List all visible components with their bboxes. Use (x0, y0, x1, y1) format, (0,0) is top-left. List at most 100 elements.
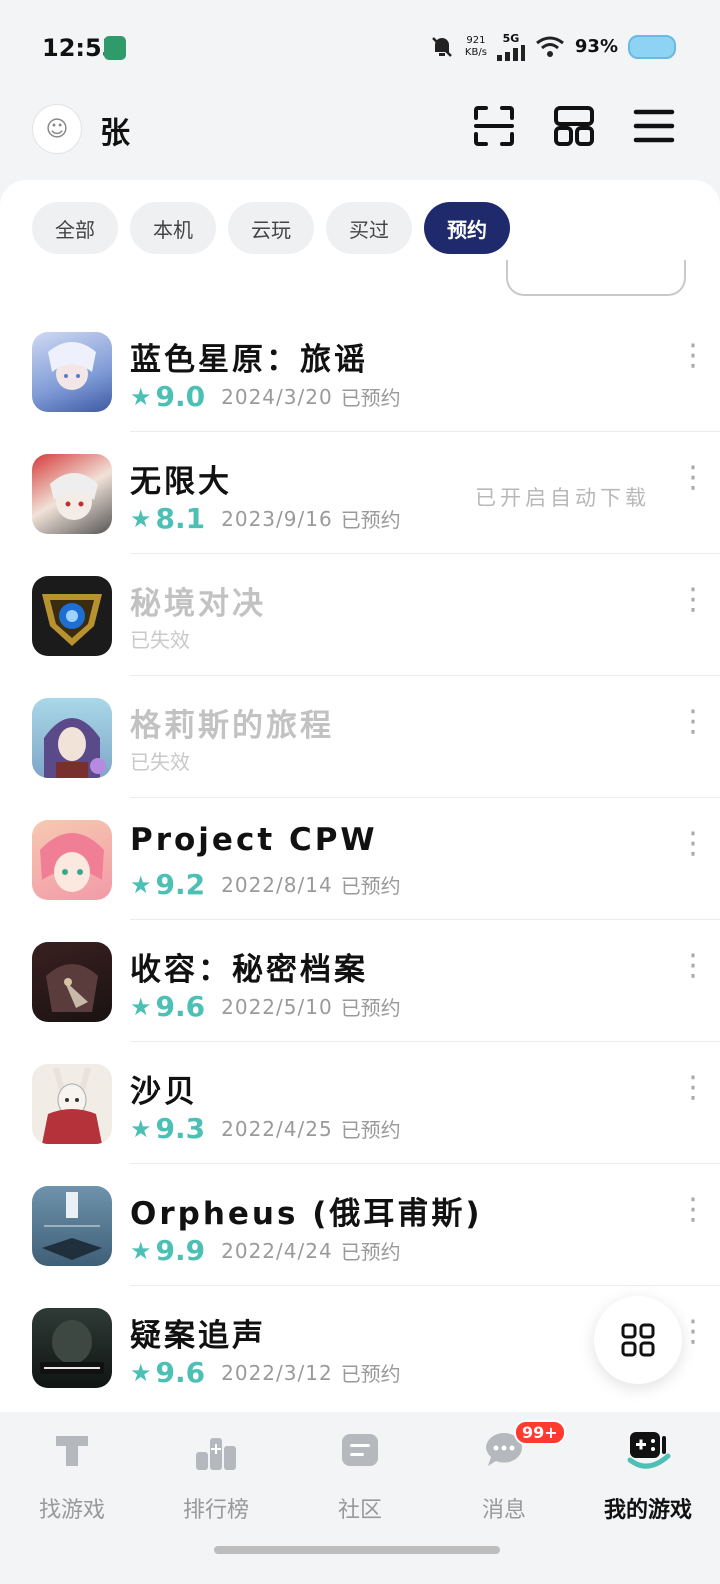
list-item[interactable]: 秘境对决 已失效 ⋮ (0, 554, 720, 676)
list-item[interactable]: Project CPW ★ 9.2 2022/8/14 已预约 ⋮ (0, 798, 720, 920)
more-options-icon[interactable]: ⋮ (678, 463, 708, 512)
net-speed-value: 921 (466, 34, 486, 46)
game-rating: 9.2 (155, 868, 206, 901)
game-meta: ★ 9.2 2022/8/14 已预约 (130, 868, 401, 901)
signal-icon (496, 45, 525, 61)
more-options-icon[interactable]: ⋮ (678, 951, 708, 1000)
game-name: 蓝色星原：旅谣 (130, 342, 368, 378)
reserve-date: 2023/9/16 (221, 506, 333, 531)
game-rating: 8.1 (155, 502, 206, 535)
avatar[interactable]: ☺ (32, 104, 82, 154)
scan-icon[interactable] (472, 104, 516, 148)
star-icon: ★ (130, 1236, 152, 1265)
network-type: 5G (502, 32, 520, 45)
nav-my-games[interactable]: 我的游戏 (576, 1426, 720, 1524)
more-options-icon[interactable]: ⋮ (678, 829, 708, 878)
nav-label: 找游戏 (38, 1498, 105, 1523)
game-meta: ★ 9.3 2022/4/25 已预约 (130, 1112, 401, 1145)
game-meta: ★ 8.1 2023/9/16 已预约 (130, 502, 401, 535)
game-meta: ★ 9.6 2022/3/12 已预约 (130, 1356, 401, 1389)
game-rating: 9.9 (155, 1234, 206, 1267)
reserve-date: 2024/3/20 (221, 384, 333, 409)
nav-find-games[interactable]: 找游戏 (0, 1426, 144, 1524)
game-list: 蓝色星原：旅谣 ★ 9.0 2024/3/20 已预约 ⋮ 无限大 ★ 8.1 … (0, 310, 720, 1408)
game-icon (32, 942, 112, 1022)
star-icon: ★ (130, 504, 152, 533)
net-speed: 921 KB/s (465, 35, 487, 59)
nav-community[interactable]: 社区 (288, 1426, 432, 1524)
more-options-icon[interactable]: ⋮ (678, 341, 708, 390)
net-speed-unit: KB/s (464, 46, 487, 58)
game-rating: 9.0 (155, 380, 206, 413)
floating-grid-button[interactable] (594, 1296, 682, 1384)
ranking-icon (196, 1438, 236, 1470)
game-icon (32, 1308, 112, 1388)
section-action-button[interactable] (506, 260, 686, 296)
list-item[interactable]: 收容：秘密档案 ★ 9.6 2022/5/10 已预约 ⋮ (0, 920, 720, 1042)
list-item[interactable]: 无限大 ★ 8.1 2023/9/16 已预约 已开启自动下载 ⋮ (0, 432, 720, 554)
game-name: 格莉斯的旅程 (130, 708, 334, 744)
more-options-icon[interactable]: ⋮ (678, 585, 708, 634)
layout-grid-icon[interactable] (552, 104, 596, 148)
more-options-icon[interactable]: ⋮ (678, 1073, 708, 1122)
game-meta: 已失效 (130, 746, 190, 775)
signal-5g: 5G (496, 32, 525, 61)
filter-cloud[interactable]: 云玩 (228, 202, 314, 254)
star-icon: ★ (130, 1358, 152, 1387)
game-icon (32, 454, 112, 534)
game-name: Project CPW (130, 822, 378, 858)
user-name: 张 (100, 116, 130, 151)
status-icons: 921 KB/s 5G 93% (429, 32, 676, 61)
star-icon: ★ (130, 382, 152, 411)
nav-ranking[interactable]: 排行榜 (144, 1426, 288, 1524)
status-bar: 12:53 921 KB/s 5G 93% (0, 0, 720, 96)
list-item[interactable]: 沙贝 ★ 9.3 2022/4/25 已预约 ⋮ (0, 1042, 720, 1164)
game-name: 无限大 (130, 464, 232, 500)
auto-download-note: 已开启自动下载 (475, 486, 650, 510)
game-name: Orpheus (俄耳甫斯) (130, 1196, 483, 1232)
reserve-date: 2022/4/25 (221, 1116, 333, 1141)
wifi-icon (535, 36, 564, 57)
game-rating: 9.6 (155, 1356, 206, 1389)
community-icon (342, 1434, 378, 1466)
filter-all[interactable]: 全部 (32, 202, 118, 254)
reserve-date: 2022/8/14 (221, 872, 333, 897)
reserve-status: 已预约 (340, 1362, 401, 1386)
menu-icon[interactable] (632, 104, 676, 148)
game-name: 疑案追声 (130, 1318, 266, 1354)
game-rating: 9.3 (155, 1112, 206, 1145)
reserve-status: 已预约 (340, 874, 401, 898)
filter-local[interactable]: 本机 (130, 202, 216, 254)
nav-messages[interactable]: 99+ 消息 (432, 1420, 576, 1524)
more-options-icon[interactable]: ⋮ (678, 1195, 708, 1244)
reserve-status: 已预约 (340, 386, 401, 410)
filter-reserved[interactable]: 预约 (424, 202, 510, 254)
game-name: 秘境对决 (130, 586, 266, 622)
game-icon (32, 820, 112, 900)
game-icon (32, 1064, 112, 1144)
reserve-status: 已预约 (340, 996, 401, 1020)
star-icon: ★ (130, 992, 152, 1021)
list-item[interactable]: 蓝色星原：旅谣 ★ 9.0 2024/3/20 已预约 ⋮ (0, 310, 720, 432)
reserve-status: 已失效 (130, 750, 190, 774)
list-item[interactable]: Orpheus (俄耳甫斯) ★ 9.9 2022/4/24 已预约 ⋮ (0, 1164, 720, 1286)
game-icon (32, 1186, 112, 1266)
find-games-icon (56, 1436, 88, 1466)
filter-purchased[interactable]: 买过 (326, 202, 412, 254)
content-card: 全部 本机 云玩 买过 预约 蓝色星原：旅谣 ★ 9.0 2024/3/20 已… (0, 180, 720, 1420)
reserve-status: 已预约 (340, 508, 401, 532)
my-games-icon (627, 1432, 671, 1469)
reserve-date: 2022/5/10 (221, 994, 333, 1019)
battery-percent: 93% (574, 36, 618, 57)
notification-app-icon (104, 36, 126, 60)
list-item[interactable]: 格莉斯的旅程 已失效 ⋮ (0, 676, 720, 798)
game-meta: ★ 9.9 2022/4/24 已预约 (130, 1234, 401, 1267)
messages-badge: 99+ (514, 1420, 566, 1445)
reserve-status: 已预约 (340, 1118, 401, 1142)
more-options-icon[interactable]: ⋮ (678, 707, 708, 756)
game-meta: 已失效 (130, 624, 190, 653)
nav-label: 我的游戏 (603, 1498, 692, 1523)
reserve-date: 2022/4/24 (221, 1238, 333, 1263)
home-indicator[interactable] (214, 1546, 500, 1554)
star-icon: ★ (130, 1114, 152, 1143)
